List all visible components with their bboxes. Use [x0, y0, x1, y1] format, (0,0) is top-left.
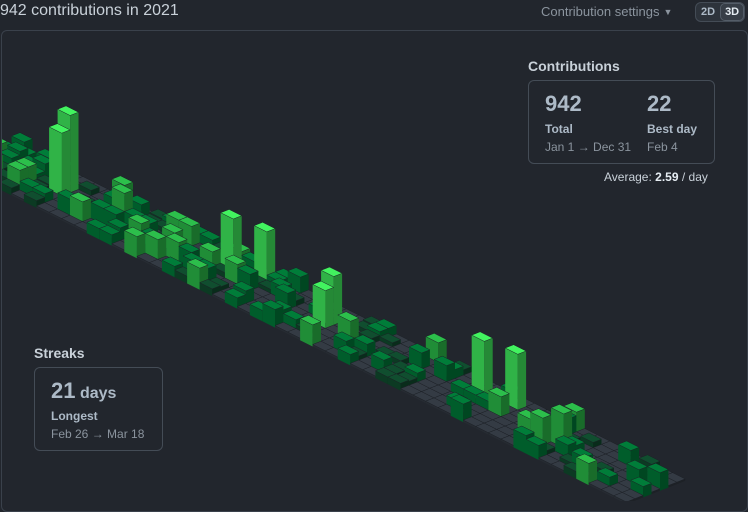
contribution-settings-dropdown[interactable]: Contribution settings ▼: [541, 3, 672, 21]
average-per-day: Average: 2.59 / day: [604, 170, 708, 184]
contribution-day-cell: [123, 226, 146, 259]
contribution-3d-panel: Contributions 942 Total Jan 1 → Dec 31 2…: [1, 30, 748, 512]
contributions-card: 942 Total Jan 1 → Dec 31 22 Best day Feb…: [528, 80, 715, 164]
total-contributions-value: 942: [545, 91, 582, 116]
best-day-value: 22: [647, 91, 672, 116]
total-date-range: Jan 1 → Dec 31: [545, 140, 632, 154]
streaks-card: 21 days Longest Feb 26 → Mar 18: [34, 367, 163, 451]
average-value: 2.59: [655, 170, 679, 184]
streaks-heading: Streaks: [34, 345, 85, 361]
best-day-label: Best day: [647, 122, 698, 136]
total-label: Total: [545, 122, 573, 136]
view-3d-button[interactable]: 3D: [720, 3, 745, 21]
page-title: 942 contributions in 2021: [0, 2, 179, 19]
view-toggle: 2D 3D: [695, 2, 746, 22]
contribution-day-cell: [48, 123, 71, 198]
contributions-heading: Contributions: [528, 58, 620, 74]
chevron-down-icon: ▼: [663, 7, 673, 17]
longest-streak-value: 21: [51, 378, 76, 403]
best-day-date: Feb 4: [647, 140, 678, 154]
average-prefix: Average:: [604, 170, 652, 184]
contribution-settings-label: Contribution settings: [541, 4, 660, 19]
longest-streak-range: Feb 26 → Mar 18: [51, 427, 145, 441]
view-2d-button[interactable]: 2D: [697, 4, 719, 20]
longest-streak-label: Longest: [51, 409, 98, 423]
longest-streak-unit: days: [79, 385, 117, 402]
average-suffix: / day: [681, 170, 708, 184]
contribution-day-cell: [575, 453, 598, 486]
longest-streak-value-group: 21 days: [51, 378, 116, 404]
contribution-day-cell: [299, 315, 322, 347]
